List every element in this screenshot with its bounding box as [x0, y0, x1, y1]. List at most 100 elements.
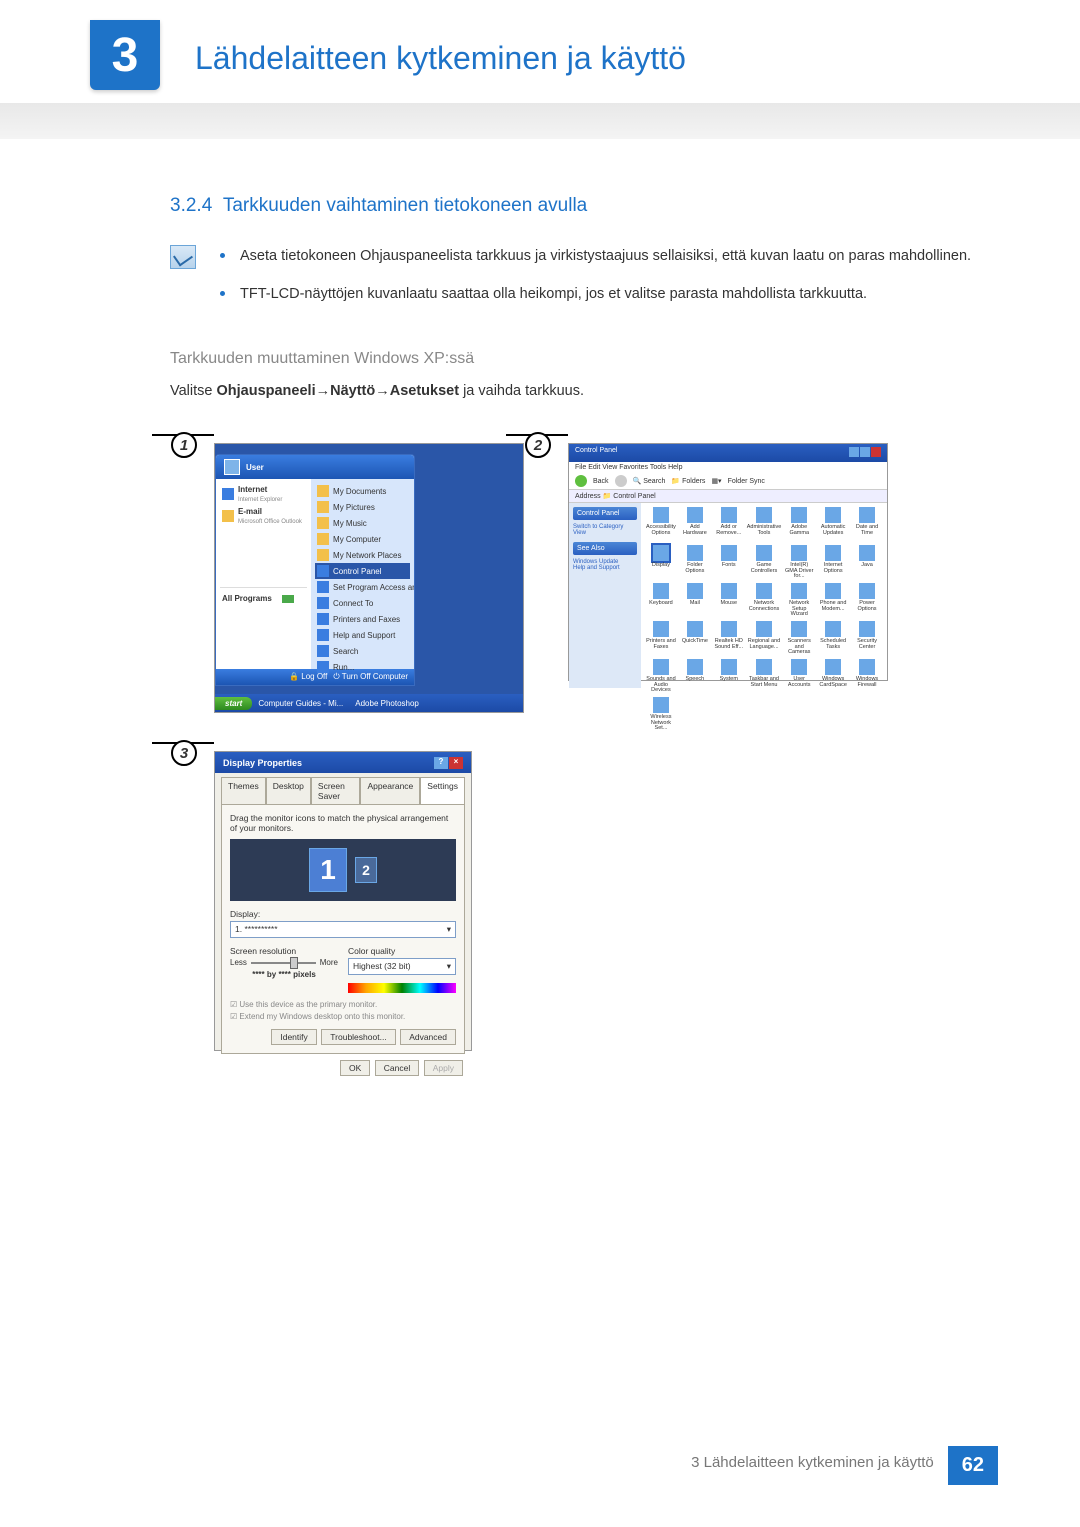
start-menu-item[interactable]: Help and Support	[315, 627, 410, 643]
control-panel-item[interactable]: Windows Firewall	[851, 659, 883, 695]
control-panel-item[interactable]: Game Controllers	[747, 545, 782, 581]
control-panel-item[interactable]: Folder Options	[679, 545, 711, 581]
menubar[interactable]: File Edit View Favorites Tools Help	[569, 462, 887, 473]
applet-label: Scheduled Tasks	[817, 639, 849, 650]
screenshot-display-properties: 3 Display Properties ?× ThemesDesktopScr…	[214, 751, 472, 1051]
control-panel-item[interactable]: Automatic Updates	[817, 507, 849, 543]
monitor-arrangement[interactable]: 1 2	[230, 839, 456, 901]
all-programs-item[interactable]: All Programs	[220, 592, 307, 605]
control-panel-item[interactable]: Mail	[679, 583, 711, 619]
control-panel-item[interactable]: Mouse	[713, 583, 745, 619]
display-select[interactable]: 1. **********▾	[230, 921, 456, 938]
control-panel-item[interactable]: Adobe Gamma	[783, 507, 815, 543]
control-panel-item[interactable]: Scheduled Tasks	[817, 621, 849, 657]
apply-button[interactable]: Apply	[424, 1060, 463, 1076]
start-menu-item[interactable]: My Documents	[315, 483, 410, 499]
tab-screen-saver[interactable]: Screen Saver	[311, 777, 361, 804]
shutdown-button[interactable]: ⏻ Turn Off Computer	[333, 672, 408, 682]
start-menu-item[interactable]: Connect To	[315, 595, 410, 611]
cancel-button[interactable]: Cancel	[375, 1060, 419, 1076]
control-panel-item[interactable]: Add Hardware	[679, 507, 711, 543]
path-segment: Näyttö	[330, 383, 375, 399]
start-menu-item[interactable]: Set Program Access and Defaults	[315, 579, 410, 595]
control-panel-item[interactable]: Realtek HD Sound Eff...	[713, 621, 745, 657]
control-panel-item[interactable]: Fonts	[713, 545, 745, 581]
start-menu-item[interactable]: My Music	[315, 515, 410, 531]
control-panel-item[interactable]: QuickTime	[679, 621, 711, 657]
minimize-icon[interactable]	[849, 447, 859, 457]
switch-view-link[interactable]: Switch to Category View	[573, 524, 637, 536]
taskbar-app[interactable]: Adobe Photoshop	[349, 699, 425, 708]
control-panel-item[interactable]: Display	[645, 545, 677, 581]
back-icon[interactable]	[575, 475, 587, 487]
control-panel-item[interactable]: Phone and Modem...	[817, 583, 849, 619]
help-support-link[interactable]: Help and Support	[573, 565, 637, 571]
section-heading: 3.2.4 Tarkkuuden vaihtaminen tietokoneen…	[170, 195, 990, 217]
tab-settings[interactable]: Settings	[420, 777, 465, 804]
address-bar[interactable]: Address 📁 Control Panel	[569, 490, 887, 503]
forward-icon[interactable]	[615, 475, 627, 487]
control-panel-item[interactable]: Date and Time	[851, 507, 883, 543]
foldersync-label[interactable]: Folder Sync	[728, 478, 765, 485]
search-label[interactable]: Search	[643, 478, 665, 485]
control-panel-item[interactable]: Windows CardSpace	[817, 659, 849, 695]
start-menu-item[interactable]: My Computer	[315, 531, 410, 547]
control-panel-item[interactable]: Power Options	[851, 583, 883, 619]
control-panel-item[interactable]: Network Connections	[747, 583, 782, 619]
monitor-2[interactable]: 2	[355, 857, 377, 883]
tab-desktop[interactable]: Desktop	[266, 777, 311, 804]
control-panel-item[interactable]: Regional and Language...	[747, 621, 782, 657]
control-panel-item[interactable]: Add or Remove...	[713, 507, 745, 543]
resolution-slider[interactable]: Less More	[230, 958, 338, 967]
control-panel-item[interactable]: Java	[851, 545, 883, 581]
applet-label: Regional and Language...	[747, 639, 782, 650]
start-menu-item[interactable]: InternetInternet Explorer	[220, 483, 307, 505]
start-menu-item[interactable]: Printers and Faxes	[315, 611, 410, 627]
taskbar-app[interactable]: Computer Guides - Mi...	[252, 699, 349, 708]
slider-thumb[interactable]	[290, 957, 298, 969]
start-menu-item[interactable]: My Pictures	[315, 499, 410, 515]
identify-button[interactable]: Identify	[271, 1029, 316, 1045]
control-panel-item[interactable]: Printers and Faxes	[645, 621, 677, 657]
control-panel-item[interactable]: System	[713, 659, 745, 695]
menu-item-label: My Network Places	[333, 551, 401, 560]
advanced-button[interactable]: Advanced	[400, 1029, 456, 1045]
start-button[interactable]: start	[215, 697, 252, 710]
colorquality-select[interactable]: Highest (32 bit)▾	[348, 958, 456, 975]
control-panel-item[interactable]: Internet Options	[817, 545, 849, 581]
primary-monitor-checkbox[interactable]: ☑ Use this device as the primary monitor…	[230, 999, 456, 1011]
folders-label[interactable]: Folders	[682, 478, 705, 485]
maximize-icon[interactable]	[860, 447, 870, 457]
applet-icon	[653, 507, 669, 523]
control-panel-item[interactable]: Keyboard	[645, 583, 677, 619]
start-menu-item[interactable]: Control Panel	[315, 563, 410, 579]
start-menu-item[interactable]: E-mailMicrosoft Office Outlook	[220, 505, 307, 527]
control-panel-item[interactable]: Accessibility Options	[645, 507, 677, 543]
ok-button[interactable]: OK	[340, 1060, 370, 1076]
control-panel-item[interactable]: Taskbar and Start Menu	[747, 659, 782, 695]
control-panel-item[interactable]: Security Center	[851, 621, 883, 657]
logoff-button[interactable]: 🔒 Log Off	[289, 672, 327, 682]
instruction-text: ja vaihda tarkkuus.	[459, 383, 584, 399]
control-panel-item[interactable]: Scanners and Cameras	[783, 621, 815, 657]
control-panel-item[interactable]: Network Setup Wizard	[783, 583, 815, 619]
control-panel-item[interactable]: Wireless Network Set...	[645, 697, 677, 733]
start-menu-item[interactable]: My Network Places	[315, 547, 410, 563]
control-panel-item[interactable]: User Accounts	[783, 659, 815, 695]
tab-themes[interactable]: Themes	[221, 777, 266, 804]
control-panel-item[interactable]: Sounds and Audio Devices	[645, 659, 677, 695]
extend-desktop-checkbox[interactable]: ☑ Extend my Windows desktop onto this mo…	[230, 1011, 456, 1023]
monitor-1[interactable]: 1	[309, 848, 347, 892]
applet-icon	[653, 621, 669, 637]
folder-icon	[317, 629, 329, 641]
tab-appearance[interactable]: Appearance	[360, 777, 420, 804]
control-panel-item[interactable]: Administrative Tools	[747, 507, 782, 543]
control-panel-item[interactable]: Speech	[679, 659, 711, 695]
close-icon[interactable]: ×	[449, 757, 463, 769]
close-icon[interactable]	[871, 447, 881, 457]
menu-item-label: My Computer	[333, 535, 381, 544]
start-menu-item[interactable]: Search	[315, 643, 410, 659]
help-icon[interactable]: ?	[434, 757, 448, 769]
troubleshoot-button[interactable]: Troubleshoot...	[321, 1029, 395, 1045]
control-panel-item[interactable]: Intel(R) GMA Driver for...	[783, 545, 815, 581]
